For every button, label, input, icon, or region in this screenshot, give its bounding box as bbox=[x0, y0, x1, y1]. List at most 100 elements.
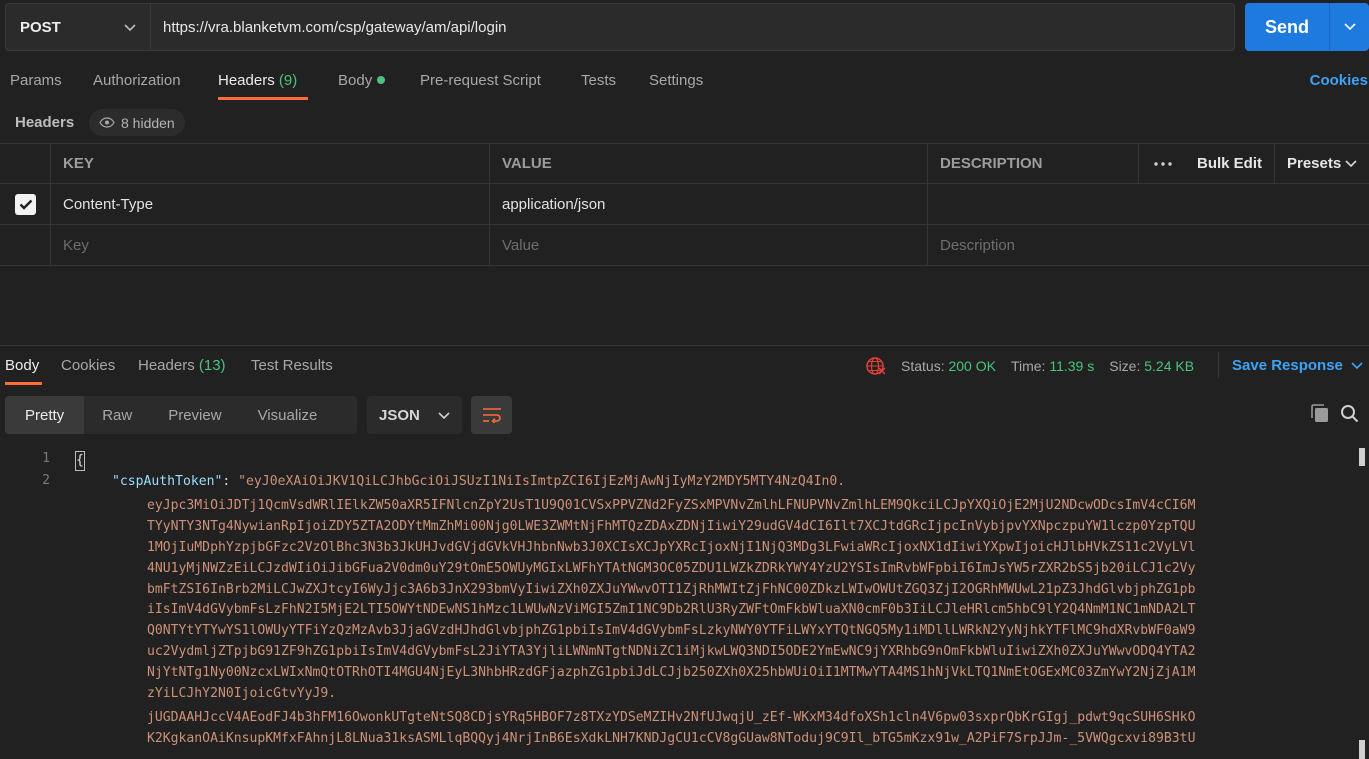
headers-section-title: Headers bbox=[15, 114, 75, 131]
view-visualize[interactable]: Visualize bbox=[240, 396, 336, 434]
presets-label: Presets bbox=[1287, 155, 1342, 172]
tab-prerequest-script[interactable]: Pre-request Script bbox=[420, 72, 541, 89]
send-options-chevron-icon[interactable] bbox=[1329, 3, 1369, 51]
tab-body-label: Body bbox=[338, 72, 373, 89]
json-key-line: "cspAuthToken": "eyJ0eXAiOiJKV1QiLCJhbGc… bbox=[112, 472, 845, 493]
token-line: jUGDAAHJccV4AEodFJ4b3hFM16OwonkUTgteNtSQ… bbox=[147, 710, 1196, 725]
body-indicator-dot bbox=[377, 76, 386, 84]
json-value-start: "eyJ0eXAiOiJKV1QiLCJhbGciOiJSUzI1NiIsImt… bbox=[238, 474, 846, 489]
method-select[interactable]: POST bbox=[6, 4, 151, 50]
response-headers-count: (13) bbox=[198, 357, 226, 374]
table-row-empty: Key Value Description bbox=[0, 225, 1369, 266]
send-label: Send bbox=[1264, 16, 1309, 37]
format-dropdown[interactable]: JSON bbox=[367, 396, 462, 434]
token-line: zYiLCJhY2N0IjoicGtvYyJ9. bbox=[147, 686, 337, 701]
status-label: Status: bbox=[901, 358, 945, 374]
token-line: uc2VydmljZTpjbG91ZF9hZG1pbiIsImV4dGVybmF… bbox=[147, 644, 1196, 659]
request-tabs: Params Authorization Headers (9) Body Pr… bbox=[0, 62, 1369, 102]
save-response-button[interactable]: Save Response bbox=[1232, 357, 1363, 374]
send-button[interactable]: Send bbox=[1245, 3, 1369, 51]
token-line: K2KgkanOAiKnsupKMfxFAhnjL8LNua31ksASMLlq… bbox=[147, 731, 1196, 746]
time-label: Time: bbox=[1010, 358, 1046, 374]
headers-count: (9) bbox=[278, 72, 298, 89]
token-line: TYyNTY3NTg4NywianRpIjoiZDY5ZTA2ODYtMmZhM… bbox=[147, 519, 1196, 534]
token-line: bmFtZSI6InBrb2MiLCJwZXJtcyI6WyJjc3A6b3Jn… bbox=[147, 582, 1196, 597]
response-body-editor[interactable]: 1 2 { "cspAuthToken": "eyJ0eXAiOiJKV1QiL… bbox=[0, 448, 1369, 759]
column-value: VALUE bbox=[489, 144, 928, 183]
format-label: JSON bbox=[379, 406, 420, 424]
line-number: 1 bbox=[42, 451, 50, 466]
token-line: eyJpc3MiOiJDTj1QcmVsdWRlIElkZW50aXR5IFNl… bbox=[147, 498, 1196, 513]
copy-icon[interactable] bbox=[1310, 404, 1330, 427]
column-description: DESCRIPTION bbox=[927, 144, 1139, 183]
value-placeholder-input[interactable]: Value bbox=[489, 225, 928, 265]
token-line: Q0NTYtYTYwYS1lOWUyYTFiYzQzMzAvb3JjaGVzdH… bbox=[147, 623, 1196, 638]
chevron-down-icon bbox=[1345, 155, 1357, 172]
description-placeholder-input[interactable]: Description bbox=[927, 225, 1369, 265]
search-icon[interactable] bbox=[1340, 404, 1359, 427]
wrap-lines-icon[interactable] bbox=[471, 396, 512, 434]
time-value[interactable]: 11.39 s bbox=[1049, 358, 1094, 374]
scrollbar-thumb-bottom[interactable] bbox=[1359, 740, 1365, 759]
more-options-icon[interactable] bbox=[1138, 144, 1186, 183]
tab-authorization[interactable]: Authorization bbox=[93, 72, 181, 89]
empty-checkbox-cell bbox=[0, 225, 51, 265]
column-key: KEY bbox=[50, 144, 490, 183]
bulk-edit-button[interactable]: Bulk Edit bbox=[1185, 144, 1275, 183]
tab-headers-label: Headers bbox=[218, 72, 275, 89]
presets-dropdown[interactable]: Presets bbox=[1274, 144, 1369, 183]
size-value[interactable]: 5.24 KB bbox=[1144, 358, 1194, 374]
hidden-headers-label: 8 hidden bbox=[121, 114, 175, 131]
url-bar: POST https://vra.blanketvm.com/csp/gatew… bbox=[5, 3, 1235, 51]
table-header-row: KEY VALUE DESCRIPTION Bulk Edit Presets bbox=[0, 143, 1369, 184]
tab-response-headers[interactable]: Headers (13) bbox=[138, 357, 226, 374]
headers-table: KEY VALUE DESCRIPTION Bulk Edit Presets … bbox=[0, 143, 1369, 266]
json-key: "cspAuthToken" bbox=[112, 474, 223, 489]
tab-response-cookies[interactable]: Cookies bbox=[61, 357, 115, 374]
save-response-label: Save Response bbox=[1232, 357, 1343, 374]
header-key-cell[interactable]: Content-Type bbox=[50, 184, 490, 224]
status-value[interactable]: 200 OK bbox=[948, 358, 995, 374]
tab-test-results[interactable]: Test Results bbox=[251, 357, 333, 374]
chevron-down-icon bbox=[1351, 357, 1363, 374]
token-line: 1MOjIuMDphYzpjbGFzc2VzOlBhc3N3b3JkUHJvdG… bbox=[147, 540, 1196, 555]
response-tab-indicator bbox=[5, 382, 42, 385]
tab-params[interactable]: Params bbox=[10, 72, 62, 89]
header-description-cell[interactable] bbox=[927, 184, 1369, 224]
token-line: NjYtNTg1Ny00NzcxLWIxNmQtOTRhOTI4MGU4NjEy… bbox=[147, 665, 1196, 680]
response-status-bar: Status: 200 OK Time: 11.39 s Size: 5.24 … bbox=[865, 356, 1194, 376]
view-preview[interactable]: Preview bbox=[150, 396, 239, 434]
token-line: iIsImV4dGVybmFsLzFhN2I5MjE2LTI5OWYtNDEwN… bbox=[147, 602, 1196, 617]
table-row: Content-Type application/json bbox=[0, 184, 1369, 225]
separator bbox=[1218, 352, 1219, 378]
active-tab-indicator bbox=[218, 97, 308, 100]
response-view-selector: Pretty Raw Preview Visualize bbox=[5, 396, 357, 434]
header-checkbox-column bbox=[0, 144, 51, 183]
header-value-cell[interactable]: application/json bbox=[489, 184, 928, 224]
size-label: Size: bbox=[1109, 358, 1141, 374]
pane-divider[interactable] bbox=[0, 345, 1369, 346]
tab-settings[interactable]: Settings bbox=[649, 72, 703, 89]
cookies-link[interactable]: Cookies bbox=[1310, 72, 1368, 89]
checkmark-icon bbox=[15, 193, 36, 215]
view-raw[interactable]: Raw bbox=[84, 396, 150, 434]
json-colon: : bbox=[222, 474, 239, 489]
method-label: POST bbox=[20, 18, 61, 36]
tab-tests[interactable]: Tests bbox=[581, 72, 616, 89]
chevron-down-icon bbox=[438, 407, 450, 424]
key-placeholder-input[interactable]: Key bbox=[50, 225, 490, 265]
view-pretty[interactable]: Pretty bbox=[5, 396, 85, 434]
scrollbar-thumb[interactable] bbox=[1359, 448, 1365, 466]
tab-response-body[interactable]: Body bbox=[5, 357, 39, 374]
row-checkbox[interactable] bbox=[0, 184, 51, 224]
response-headers-label: Headers bbox=[138, 357, 195, 374]
token-line: 4NU1yMjNWZzEiLCJzdWIiOiJibGFua2V0dm0uY29… bbox=[147, 561, 1196, 576]
tab-body[interactable]: Body bbox=[338, 72, 386, 89]
url-input[interactable]: https://vra.blanketvm.com/csp/gateway/am… bbox=[151, 19, 507, 36]
globe-icon[interactable] bbox=[865, 356, 887, 376]
eye-icon bbox=[99, 115, 115, 131]
open-brace: { bbox=[75, 451, 85, 471]
tab-headers[interactable]: Headers (9) bbox=[218, 72, 297, 89]
hidden-headers-toggle[interactable]: 8 hidden bbox=[89, 109, 185, 136]
chevron-down-icon bbox=[124, 19, 136, 36]
